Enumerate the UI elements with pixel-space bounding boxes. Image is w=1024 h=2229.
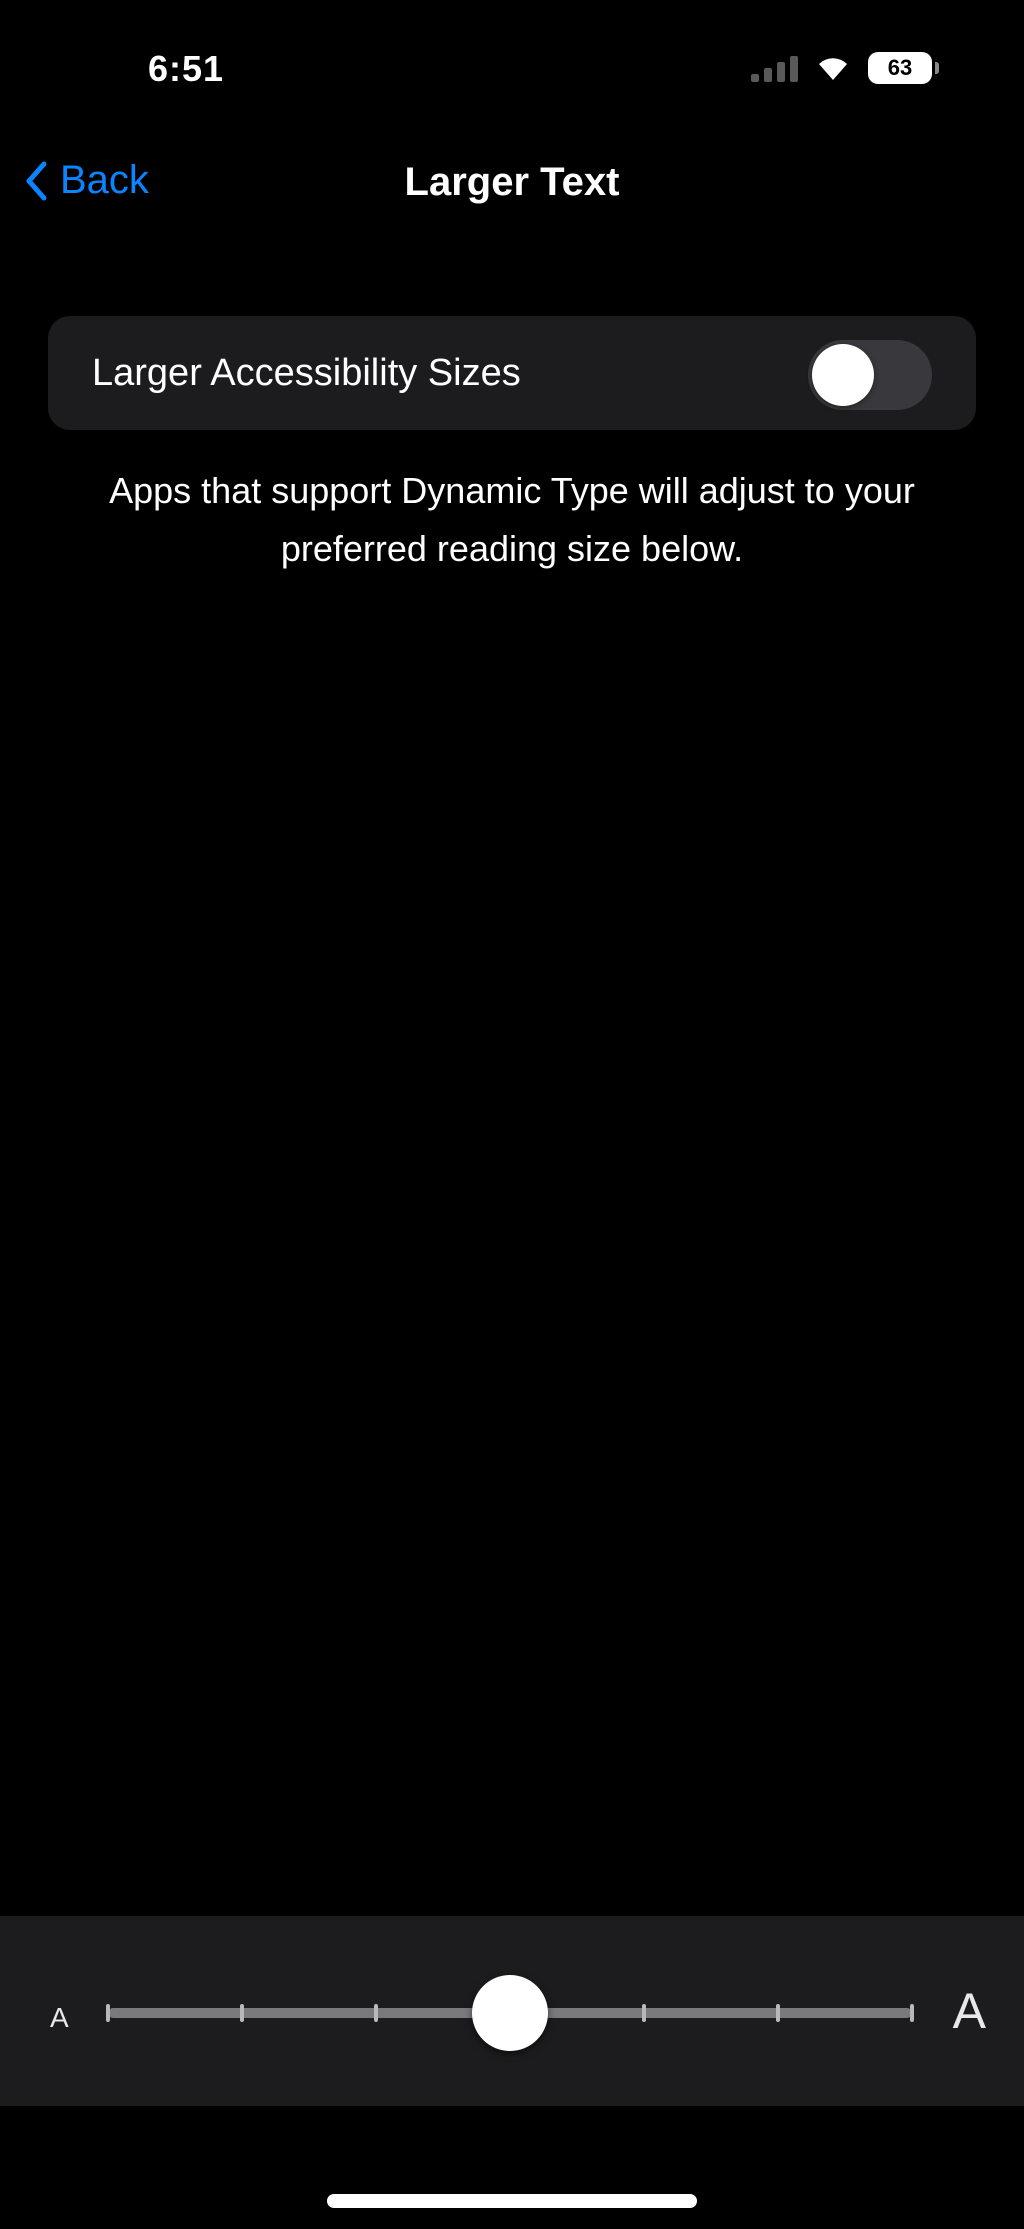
slider-tick bbox=[641, 2004, 646, 2022]
battery-icon: 63 bbox=[868, 52, 939, 84]
larger-accessibility-sizes-row: Larger Accessibility Sizes bbox=[48, 316, 976, 430]
slider-tick bbox=[239, 2004, 244, 2022]
wifi-icon bbox=[816, 55, 850, 81]
home-indicator bbox=[327, 2194, 697, 2208]
larger-accessibility-sizes-toggle[interactable] bbox=[808, 340, 932, 410]
toggle-knob bbox=[812, 344, 874, 406]
large-text-icon: A bbox=[952, 1983, 986, 2039]
text-size-slider-panel: A A bbox=[0, 1916, 1024, 2106]
cellular-signal-icon bbox=[751, 54, 798, 82]
slider-tick bbox=[373, 2004, 378, 2022]
status-bar: 6:51 63 bbox=[0, 0, 1024, 130]
slider-tick bbox=[106, 2004, 110, 2022]
slider-tick bbox=[776, 2004, 780, 2022]
status-indicators: 63 bbox=[751, 52, 939, 84]
page-title: Larger Text bbox=[404, 160, 620, 204]
text-size-slider-thumb[interactable] bbox=[472, 1975, 548, 2051]
status-time: 6:51 bbox=[148, 48, 225, 89]
slider-tick bbox=[910, 2004, 914, 2022]
text-size-slider[interactable] bbox=[106, 1975, 914, 2051]
dynamic-type-footer-note: Apps that support Dynamic Type will adju… bbox=[109, 470, 915, 569]
larger-accessibility-sizes-label: Larger Accessibility Sizes bbox=[92, 352, 521, 394]
battery-level: 63 bbox=[887, 55, 913, 80]
navigation-bar: Back Larger Text bbox=[0, 140, 1024, 230]
small-text-icon: A bbox=[50, 2002, 69, 2033]
